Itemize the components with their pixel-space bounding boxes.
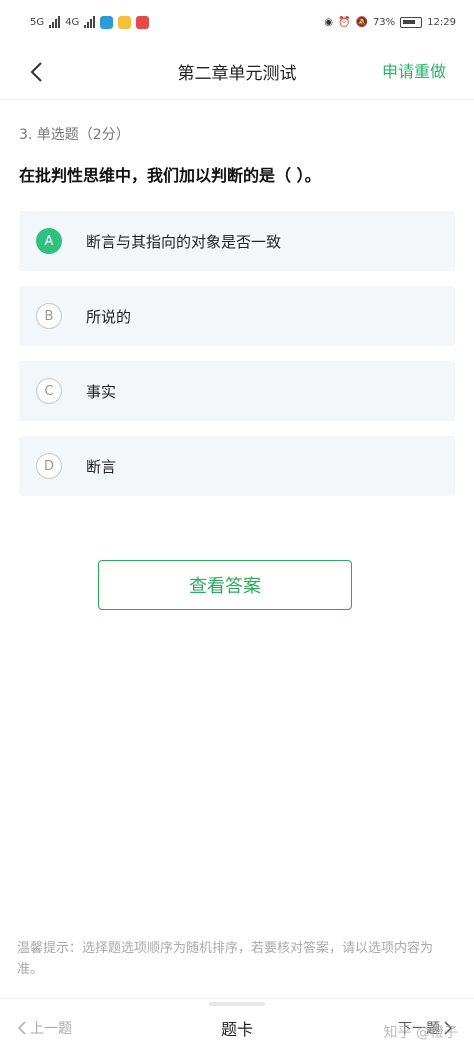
drag-handle[interactable] — [209, 1002, 265, 1006]
answer-card-button[interactable]: 题卡 — [221, 1020, 253, 1039]
option-letter: B — [36, 303, 62, 329]
signal-icon — [49, 16, 61, 28]
battery-icon — [400, 16, 423, 28]
option-d[interactable]: D 断言 — [19, 436, 455, 496]
option-text: 所说的 — [86, 307, 132, 326]
request-redo-button[interactable]: 申请重做 — [382, 44, 446, 100]
app-icon — [136, 15, 150, 29]
alarm-icon: ⏰ — [338, 16, 351, 28]
option-b[interactable]: B 所说的 — [19, 286, 455, 346]
network-label-2: 4G — [65, 16, 80, 28]
chevron-left-icon — [18, 1021, 26, 1035]
telegram-icon — [100, 15, 114, 29]
option-letter: C — [36, 378, 62, 404]
status-bar: 5G 4G ◉ ⏰ 🔕 73% 12:29 — [0, 0, 474, 44]
option-text: 断言 — [86, 457, 117, 476]
option-c[interactable]: C 事实 — [19, 361, 455, 421]
prev-question-button[interactable]: 上一题 — [18, 1018, 72, 1038]
clock: 12:29 — [427, 16, 456, 28]
status-right: ◉ ⏰ 🔕 73% 12:29 — [324, 16, 456, 28]
option-text: 事实 — [86, 382, 117, 401]
header: 第二章单元测试 申请重做 — [0, 44, 474, 100]
watermark: 知乎 @橙子 — [383, 1025, 458, 1041]
back-button[interactable] — [18, 54, 54, 90]
option-a[interactable]: A 断言与其指向的对象是否一致 — [19, 211, 455, 271]
option-letter: D — [36, 453, 62, 479]
mute-icon: 🔕 — [355, 16, 368, 28]
question-meta: 3. 单选题（2分） — [19, 127, 130, 143]
weibo-icon — [118, 15, 132, 29]
battery-percent: 73% — [372, 16, 396, 28]
options-list: A 断言与其指向的对象是否一致 B 所说的 C 事实 D 断言 — [19, 211, 455, 511]
page-title: 第二章单元测试 — [177, 64, 297, 84]
signal-icon — [84, 16, 96, 28]
option-text: 断言与其指向的对象是否一致 — [86, 232, 282, 251]
view-answer-button[interactable]: 查看答案 — [98, 560, 352, 610]
tip-text: 温馨提示：选择题选项顺序为随机排序，若要核对答案，请以选项内容为准。 — [17, 941, 434, 977]
network-label-1: 5G — [30, 16, 45, 28]
status-left: 5G 4G — [30, 15, 150, 29]
option-letter: A — [36, 228, 62, 254]
eye-icon: ◉ — [324, 16, 334, 28]
chevron-left-icon — [30, 62, 42, 82]
question-text: 在批判性思维中，我们加以判断的是（ ）。 — [19, 166, 321, 185]
prev-label: 上一题 — [30, 1021, 72, 1037]
